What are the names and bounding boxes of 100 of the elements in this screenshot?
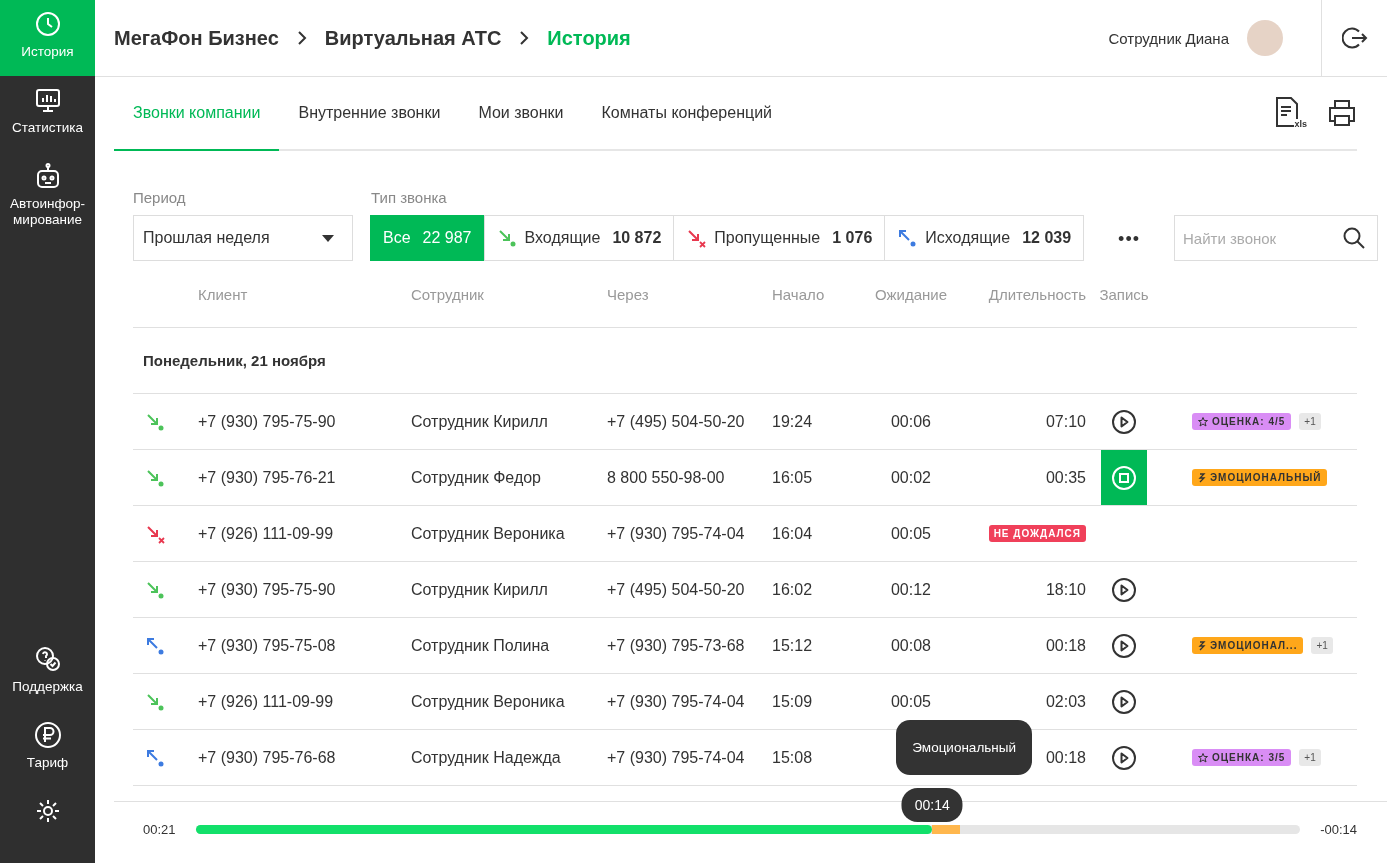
chat-bubbles-icon bbox=[33, 645, 62, 673]
table-cell: 00:18 bbox=[1045, 748, 1086, 767]
call-type-filter[interactable]: Пропущенные 1 076 bbox=[673, 215, 886, 261]
play-icon bbox=[1111, 744, 1137, 771]
tag: ЭМОЦИОНАЛ... bbox=[1192, 637, 1304, 654]
more-button[interactable]: ••• bbox=[1112, 228, 1146, 251]
table-cell-text: 16:05 bbox=[772, 467, 814, 488]
tooltip: Эмоциональный bbox=[896, 720, 1032, 775]
table-cell-text: 15:08 bbox=[772, 747, 814, 768]
table-cell-text: Сотрудник Вероника bbox=[411, 523, 566, 544]
table-cell-text: 19:24 bbox=[772, 411, 814, 432]
column-header: Сотрудник bbox=[411, 285, 485, 303]
more-tags-count: +1 bbox=[1299, 749, 1321, 766]
call-type-filter[interactable]: Входящие 10 872 bbox=[483, 215, 675, 261]
search-icon bbox=[1343, 227, 1365, 249]
search-field[interactable]: Найти звонок bbox=[1174, 215, 1378, 261]
table-cell: 00:05 bbox=[890, 524, 931, 543]
tab[interactable]: Мои звонки bbox=[459, 77, 583, 151]
incoming-call-icon bbox=[145, 411, 165, 432]
table-cell: 02:03 bbox=[1045, 692, 1086, 711]
column-header: Через bbox=[607, 285, 650, 303]
table-cell: 00:35 bbox=[1045, 468, 1086, 487]
table-cell: 00:12 bbox=[890, 580, 931, 599]
table-cell-text: Сотрудник Надежда bbox=[411, 747, 562, 768]
table-cell-text: Сотрудник Кирилл bbox=[411, 411, 549, 432]
call-type-filter[interactable]: Исходящие 12 039 bbox=[884, 215, 1085, 261]
table-cell: 00:08 bbox=[890, 636, 931, 655]
table-cell-text: +7 (926) 111-09-99 bbox=[198, 523, 335, 544]
date-group-header: Понедельник, 21 ноября bbox=[133, 328, 1357, 394]
field-label: Период bbox=[133, 189, 187, 206]
table-cell-text: +7 (495) 504-50-20 bbox=[607, 579, 746, 600]
stop-icon bbox=[1111, 464, 1137, 491]
print-button[interactable] bbox=[1327, 99, 1357, 127]
outgoing-call-icon bbox=[145, 747, 165, 768]
play-icon bbox=[1111, 408, 1137, 435]
table-cell-text: +7 (930) 795-75-90 bbox=[198, 579, 337, 600]
star-icon bbox=[1198, 416, 1208, 427]
incoming-call-icon bbox=[145, 579, 165, 600]
outgoing-call-icon bbox=[897, 228, 918, 248]
table-cell-text: +7 (930) 795-75-90 bbox=[198, 411, 337, 432]
table-cell: 00:18 bbox=[1045, 636, 1086, 655]
missed-call-icon bbox=[145, 523, 165, 544]
play-icon bbox=[1111, 688, 1137, 715]
sidebar-item[interactable]: Статистика bbox=[0, 76, 95, 152]
table-cell: 18:10 bbox=[1045, 580, 1086, 599]
column-header: Длительность bbox=[987, 285, 1086, 303]
sidebar-item[interactable]: Поддержка bbox=[0, 635, 95, 711]
sidebar-item[interactable]: Автоинфор-мирование bbox=[0, 152, 95, 238]
star-icon bbox=[1198, 752, 1208, 763]
field-label: Тип звонка bbox=[371, 189, 448, 206]
tag: ЭМОЦИОНАЛЬНЫЙ bbox=[1192, 469, 1328, 486]
play-icon bbox=[1111, 576, 1137, 603]
outgoing-call-icon bbox=[145, 635, 165, 656]
table-cell: 07:10 bbox=[1045, 412, 1086, 431]
monitor-chart-icon bbox=[33, 86, 62, 114]
sidebar-item[interactable]: Тариф bbox=[0, 711, 95, 787]
tag: ОЦЕНКА: 4/5 bbox=[1192, 413, 1292, 430]
table-cell-text: +7 (930) 795-73-68 bbox=[607, 635, 746, 656]
table-cell-text: +7 (930) 795-74-04 bbox=[607, 691, 746, 712]
play-icon bbox=[1111, 632, 1137, 659]
column-header: Начало bbox=[772, 285, 826, 303]
period-dropdown[interactable]: Прошлая неделя bbox=[133, 215, 353, 261]
missed-call-icon bbox=[686, 228, 707, 248]
table-cell-text: 15:09 bbox=[772, 691, 814, 712]
table-cell-text: Сотрудник Кирилл bbox=[411, 579, 549, 600]
search-input[interactable]: Найти звонок bbox=[1183, 229, 1343, 247]
column-header: Ожидание bbox=[873, 285, 949, 303]
table-cell-text: +7 (930) 795-75-08 bbox=[198, 635, 337, 656]
elapsed-time: 00:21 bbox=[143, 822, 176, 837]
table-cell: 00:02 bbox=[890, 468, 931, 487]
incoming-call-icon bbox=[496, 228, 517, 248]
tag: ОЦЕНКА: 3/5 bbox=[1192, 749, 1292, 766]
more-tags-count: +1 bbox=[1311, 637, 1333, 654]
table-cell-text: +7 (926) 111-09-99 bbox=[198, 691, 335, 712]
dropdown-arrow-icon bbox=[322, 234, 334, 242]
table-cell-text: 8 800 550-98-00 bbox=[607, 467, 726, 488]
table-cell-text: +7 (930) 795-76-68 bbox=[198, 747, 337, 768]
status-badge: НЕ ДОЖДАЛСЯ bbox=[988, 525, 1086, 542]
tab[interactable]: Внутренние звонки bbox=[279, 77, 460, 151]
table-cell-text: 16:04 bbox=[772, 523, 814, 544]
breadcrumb-link[interactable]: МегаФон Бизнес bbox=[114, 26, 279, 50]
breadcrumb-link[interactable]: Виртуальная АТС bbox=[324, 26, 502, 50]
clock-icon bbox=[33, 10, 62, 38]
table-cell-text: +7 (930) 795-76-21 bbox=[198, 467, 337, 488]
table-cell: 00:05 bbox=[890, 692, 931, 711]
column-header: Запись bbox=[1098, 285, 1150, 303]
ruble-icon bbox=[33, 721, 62, 749]
table-cell-text: +7 (930) 795-74-04 bbox=[607, 747, 746, 768]
column-header: Клиент bbox=[198, 285, 249, 303]
more-tags-count: +1 bbox=[1299, 413, 1321, 430]
tab[interactable]: Комнаты конференций bbox=[582, 77, 792, 151]
table-cell-text: +7 (495) 504-50-20 bbox=[607, 411, 746, 432]
table-cell-text: Сотрудник Полина bbox=[411, 635, 551, 656]
table-cell-text: 15:12 bbox=[772, 635, 814, 656]
logout-icon bbox=[1341, 25, 1368, 51]
incoming-call-icon bbox=[145, 467, 165, 488]
emotion-segment bbox=[932, 825, 961, 834]
remaining-time: -00:14 bbox=[1320, 822, 1357, 837]
table-cell-text: Сотрудник Вероника bbox=[411, 691, 566, 712]
time-bubble: 00:14 bbox=[901, 788, 963, 822]
